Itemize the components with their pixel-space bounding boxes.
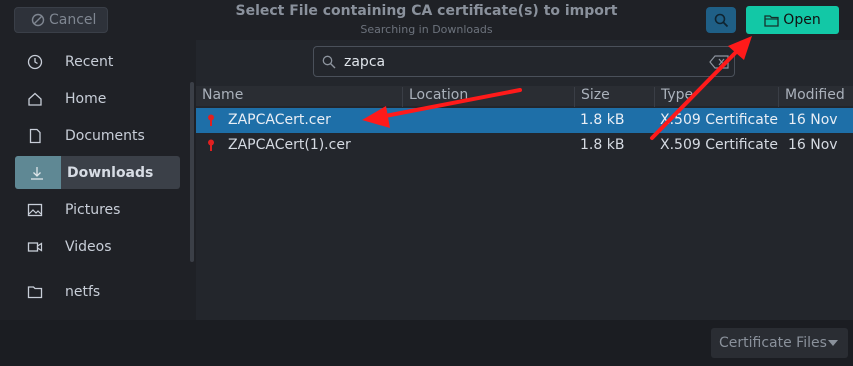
search-input[interactable]: zapca: [313, 46, 735, 77]
column-header-modified[interactable]: Modified: [778, 87, 853, 107]
header-bar: Cancel Select File containing CA certifi…: [0, 0, 853, 40]
chevron-down-icon: [828, 340, 838, 346]
open-label: Open: [783, 12, 821, 28]
clear-search-icon[interactable]: [709, 55, 729, 69]
file-pane: zapca Name Location Size Type Modified Z…: [196, 40, 853, 320]
dialog-title: Select File containing CA certificate(s)…: [235, 3, 618, 19]
certificate-file-icon: [208, 139, 214, 151]
sidebar-item-label: Videos: [65, 238, 112, 255]
download-icon: [31, 167, 43, 180]
home-icon: [28, 92, 42, 106]
sidebar-item-pictures[interactable]: Pictures: [15, 193, 180, 226]
column-header-size[interactable]: Size: [574, 87, 654, 107]
folder-icon: [764, 14, 779, 27]
places-sidebar: Recent Home Documents Downloads Pictures: [0, 40, 196, 320]
file-modified: 16 Nov: [788, 112, 838, 128]
footer-bar: Certificate Files: [0, 320, 853, 366]
sidebar-item-netfs[interactable]: netfs: [15, 275, 180, 308]
file-modified: 16 Nov: [788, 137, 838, 153]
file-size: 1.8 kB: [580, 137, 625, 153]
column-header-name[interactable]: Name: [196, 87, 402, 107]
table-row[interactable]: ZAPCACert.cer 1.8 kB X.509 Certificate 1…: [196, 108, 853, 133]
sidebar-item-label: Pictures: [65, 201, 121, 218]
folder-icon: [27, 286, 43, 299]
image-icon: [27, 203, 43, 217]
column-header-type[interactable]: Type: [654, 87, 778, 107]
cancel-icon: [31, 13, 45, 27]
file-type: X.509 Certificate: [660, 137, 778, 153]
sidebar-item-recent[interactable]: Recent: [15, 45, 180, 78]
file-size: 1.8 kB: [580, 112, 625, 128]
file-type-filter-dropdown[interactable]: Certificate Files: [711, 328, 848, 358]
search-icon: [714, 13, 728, 27]
file-type: X.509 Certificate: [660, 112, 778, 128]
certificate-file-icon: [208, 114, 214, 126]
column-header-location[interactable]: Location: [402, 87, 574, 107]
sidebar-item-home[interactable]: Home: [15, 82, 180, 115]
sidebar-item-label: Downloads: [67, 164, 154, 181]
sidebar-item-videos[interactable]: Videos: [15, 230, 180, 263]
search-value: zapca: [344, 54, 386, 70]
filter-label: Certificate Files: [719, 335, 827, 351]
column-header-row: Name Location Size Type Modified: [196, 86, 853, 107]
sidebar-item-documents[interactable]: Documents: [15, 119, 180, 152]
sidebar-item-label: Recent: [65, 53, 114, 70]
dialog-subtitle: Searching in Downloads: [360, 23, 493, 36]
clock-icon: [27, 54, 43, 70]
search-toggle-button[interactable]: [706, 7, 736, 33]
search-icon: [322, 55, 336, 69]
cancel-label: Cancel: [49, 12, 97, 28]
sidebar-item-label: Documents: [65, 127, 145, 144]
sidebar-item-downloads[interactable]: Downloads: [15, 156, 180, 189]
file-name: ZAPCACert.cer: [228, 112, 331, 128]
table-row[interactable]: ZAPCACert(1).cer 1.8 kB X.509 Certificat…: [196, 133, 853, 158]
document-icon: [29, 128, 41, 144]
sidebar-scrollbar[interactable]: [190, 82, 194, 262]
sidebar-item-label: netfs: [65, 283, 101, 300]
open-button[interactable]: Open: [746, 6, 839, 34]
video-icon: [27, 242, 43, 252]
cancel-button[interactable]: Cancel: [14, 7, 108, 33]
sidebar-item-label: Home: [65, 90, 107, 107]
file-name: ZAPCACert(1).cer: [228, 137, 351, 153]
